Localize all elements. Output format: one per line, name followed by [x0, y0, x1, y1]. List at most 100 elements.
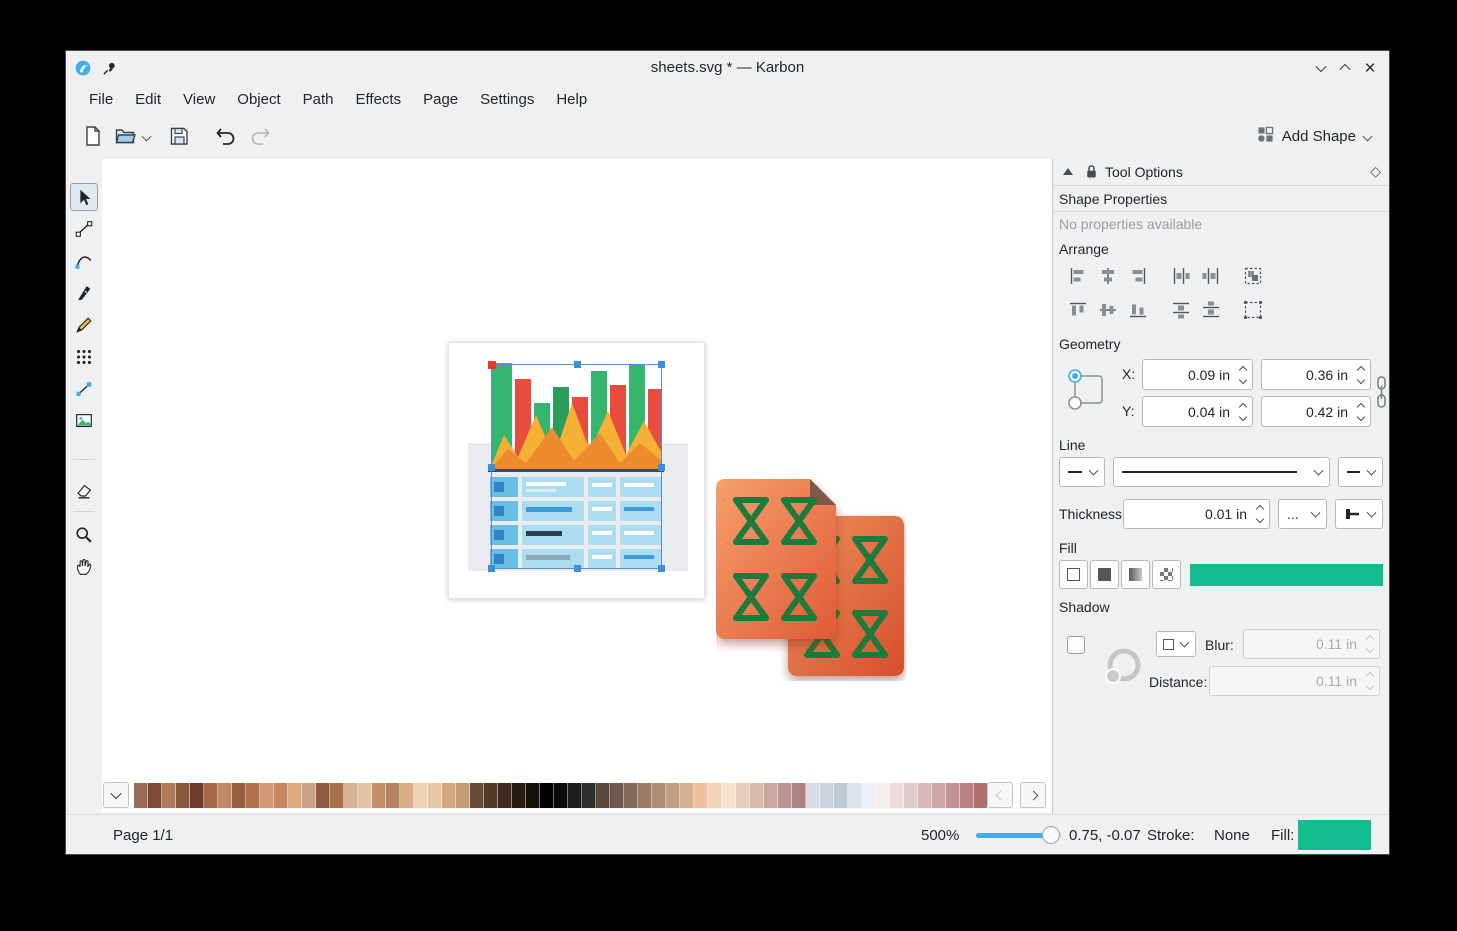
line-start-marker-combo[interactable]: [1059, 457, 1105, 487]
selection-handle-bottom-center[interactable]: [574, 565, 581, 572]
palette-swatch[interactable]: [582, 783, 596, 808]
menu-help[interactable]: Help: [545, 88, 598, 111]
align-hcenter-button[interactable]: [1095, 263, 1121, 289]
palette-swatch[interactable]: [260, 783, 274, 808]
docker-float-icon[interactable]: ◇: [1370, 163, 1381, 180]
fill-pattern-button[interactable]: [1152, 560, 1181, 589]
fill-color-swatch[interactable]: [1298, 820, 1371, 850]
menu-page[interactable]: Page: [412, 88, 469, 111]
palette-swatch[interactable]: [820, 783, 834, 808]
palette-swatch[interactable]: [596, 783, 610, 808]
palette-swatch[interactable]: [372, 783, 386, 808]
shadow-enable-checkbox[interactable]: [1067, 636, 1085, 654]
palette-swatch[interactable]: [218, 783, 232, 808]
palette-swatch[interactable]: [764, 783, 778, 808]
zoom-tool-button[interactable]: [70, 521, 98, 549]
palette-swatch[interactable]: [162, 783, 176, 808]
palette-swatch[interactable]: [708, 783, 722, 808]
palette-swatch[interactable]: [960, 783, 974, 808]
palette-swatch[interactable]: [148, 783, 162, 808]
palette-swatch[interactable]: [414, 783, 428, 808]
selection-handle-top-right[interactable]: [658, 361, 665, 368]
selection-handle-middle-left[interactable]: [488, 464, 495, 471]
palette-swatch[interactable]: [400, 783, 414, 808]
aspect-lock-icon[interactable]: [1375, 375, 1388, 414]
stepper-icons[interactable]: [1240, 367, 1246, 383]
x-position-spinbox[interactable]: 0.09 in: [1142, 359, 1253, 390]
docker-collapse-icon[interactable]: [1063, 168, 1073, 175]
distribute-right-button[interactable]: [1198, 263, 1224, 289]
menu-edit[interactable]: Edit: [124, 88, 172, 111]
palette-swatch[interactable]: [386, 783, 400, 808]
y-position-spinbox[interactable]: 0.04 in: [1142, 396, 1253, 427]
palette-swatch[interactable]: [204, 783, 218, 808]
palette-swatch[interactable]: [246, 783, 260, 808]
align-bottom-button[interactable]: [1125, 297, 1151, 323]
thickness-spinbox[interactable]: 0.01 in: [1123, 499, 1270, 529]
cap-style-button[interactable]: [1335, 499, 1383, 529]
selection-handle-bottom-left[interactable]: [488, 565, 495, 572]
selection-handle-top-left[interactable]: [488, 361, 496, 369]
menu-settings[interactable]: Settings: [469, 88, 545, 111]
fill-color-bar[interactable]: [1190, 564, 1383, 586]
selection-handle-middle-right[interactable]: [658, 464, 665, 471]
palette-swatch[interactable]: [624, 783, 638, 808]
zoom-slider[interactable]: [976, 833, 1061, 838]
palette-swatch[interactable]: [904, 783, 918, 808]
stepper-icons[interactable]: [1358, 404, 1364, 420]
stepper-icons[interactable]: [1257, 506, 1263, 522]
open-dropdown-button[interactable]: [138, 121, 154, 151]
palette-swatch[interactable]: [470, 783, 484, 808]
align-vcenter-button[interactable]: [1095, 297, 1121, 323]
align-top-button[interactable]: [1065, 297, 1091, 323]
palette-swatch[interactable]: [484, 783, 498, 808]
titlebar[interactable]: sheets.svg * — Karbon ×: [66, 51, 1389, 85]
position-anchor-selector[interactable]: [1065, 366, 1112, 416]
palette-swatch[interactable]: [918, 783, 932, 808]
image-tool-button[interactable]: [70, 407, 98, 435]
palette-swatch[interactable]: [344, 783, 358, 808]
distribute-left-button[interactable]: [1168, 263, 1194, 289]
palette-swatch[interactable]: [428, 783, 442, 808]
window-shade-button[interactable]: [1311, 58, 1331, 78]
palette-swatch[interactable]: [316, 783, 330, 808]
gradient-editing-tool-button[interactable]: [70, 375, 98, 403]
palette-scroll-left-button[interactable]: [987, 782, 1013, 808]
miter-combo[interactable]: ...: [1278, 499, 1327, 529]
distribute-bottom-button[interactable]: [1198, 297, 1224, 323]
palette-swatch[interactable]: [806, 783, 820, 808]
menu-file[interactable]: File: [78, 88, 124, 111]
palette-swatch[interactable]: [134, 783, 148, 808]
palette-swatch[interactable]: [302, 783, 316, 808]
palette-swatch[interactable]: [890, 783, 904, 808]
canvas[interactable]: [102, 159, 1052, 780]
palette-swatch[interactable]: [736, 783, 750, 808]
add-shape-button[interactable]: Add Shape: [1257, 121, 1371, 151]
palette-swatch[interactable]: [722, 783, 736, 808]
shadow-color-button[interactable]: [1156, 631, 1196, 657]
palette-swatch[interactable]: [848, 783, 862, 808]
palette-swatch[interactable]: [288, 783, 302, 808]
palette-swatch[interactable]: [652, 783, 666, 808]
palette-swatch[interactable]: [834, 783, 848, 808]
stepper-icons[interactable]: [1358, 367, 1364, 383]
palette-swatch[interactable]: [540, 783, 554, 808]
shadow-blur-spinbox[interactable]: 0.11 in: [1243, 629, 1380, 659]
distribute-top-button[interactable]: [1168, 297, 1194, 323]
palette-swatch[interactable]: [232, 783, 246, 808]
palette-swatch[interactable]: [680, 783, 694, 808]
window-close-button[interactable]: ×: [1360, 58, 1380, 78]
boundingbox-button[interactable]: [1240, 297, 1266, 323]
shadow-distance-spinbox[interactable]: 0.11 in: [1209, 666, 1380, 696]
selection-tool-button[interactable]: [70, 183, 98, 211]
path-tool-button[interactable]: [70, 215, 98, 243]
undo-button[interactable]: [211, 121, 241, 151]
selection-handle-bottom-right[interactable]: [658, 565, 665, 572]
palette-swatch[interactable]: [456, 783, 470, 808]
fill-none-button[interactable]: [1059, 560, 1088, 589]
palette-swatch[interactable]: [526, 783, 540, 808]
palette-swatch[interactable]: [190, 783, 204, 808]
palette-swatch[interactable]: [554, 783, 568, 808]
palette-swatch[interactable]: [442, 783, 456, 808]
palette-swatch[interactable]: [176, 783, 190, 808]
